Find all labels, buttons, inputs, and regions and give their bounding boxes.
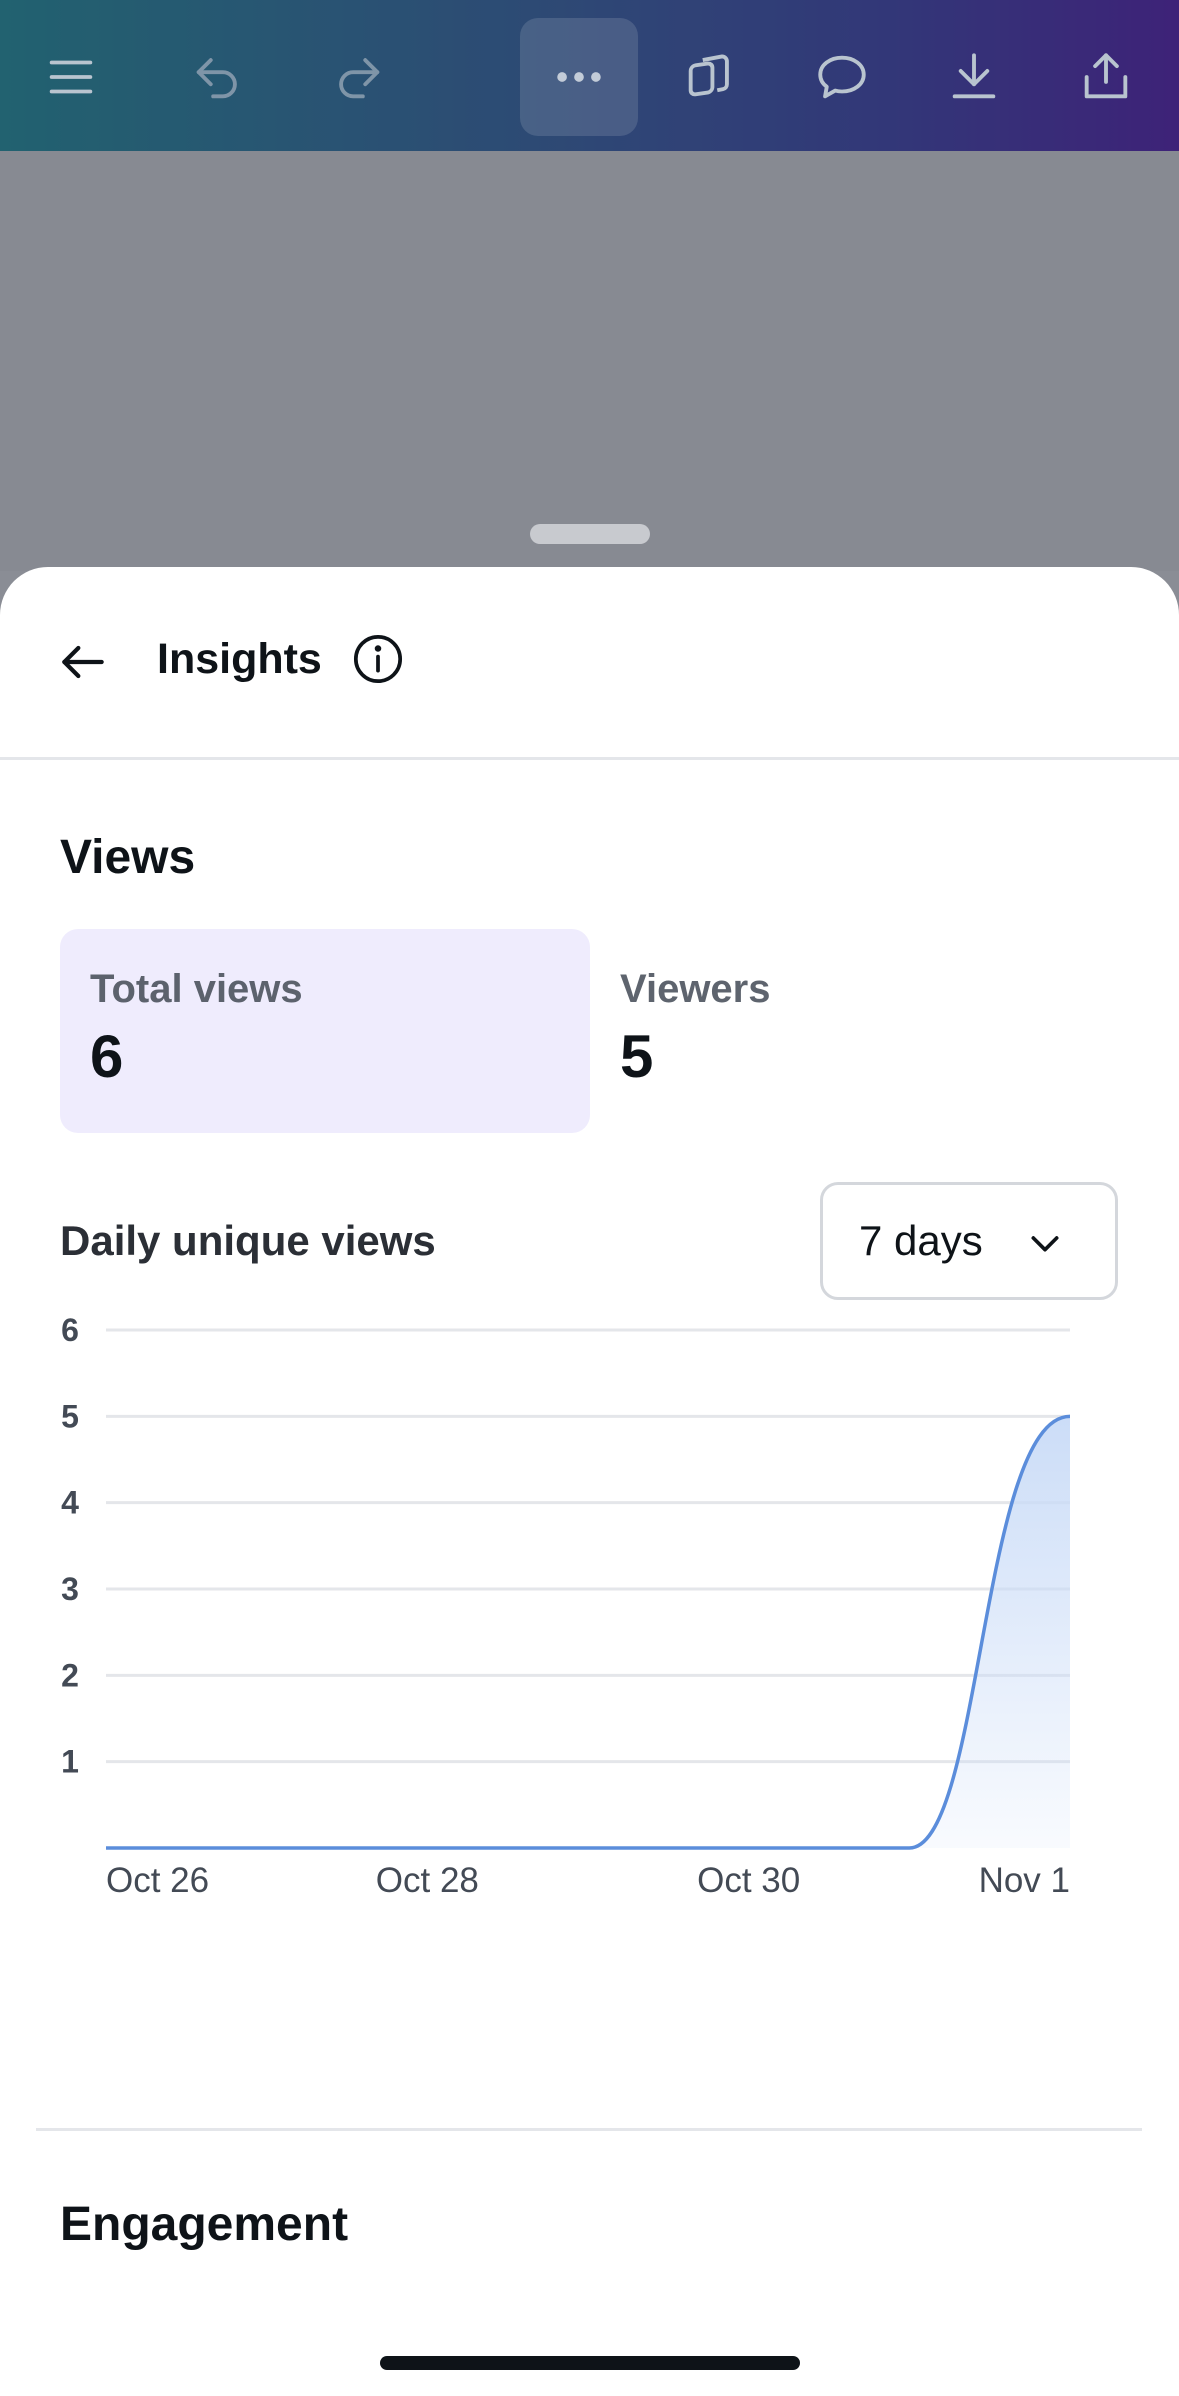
redo-button[interactable]	[299, 18, 417, 136]
share-button[interactable]	[1047, 18, 1165, 136]
x-tick-label: Nov 1	[979, 1861, 1070, 1900]
engagement-section-title: Engagement	[60, 2198, 349, 2251]
home-indicator	[380, 2356, 800, 2370]
more-icon	[557, 72, 601, 82]
info-button[interactable]	[350, 631, 406, 687]
series-area	[106, 1416, 1070, 1848]
total-views-label: Total views	[90, 967, 303, 1011]
sheet-header: Insights	[0, 567, 1179, 760]
y-tick-label: 6	[61, 1312, 79, 1348]
viewers-label: Viewers	[620, 967, 771, 1011]
x-tick-label: Oct 30	[697, 1861, 800, 1900]
back-button[interactable]	[48, 627, 118, 697]
sheet-drag-handle[interactable]	[530, 524, 650, 544]
dimmed-canvas[interactable]	[0, 151, 1179, 571]
y-tick-label: 2	[61, 1657, 79, 1693]
daily-views-title: Daily unique views	[60, 1217, 436, 1264]
more-button[interactable]	[520, 18, 638, 136]
x-tick-label: Oct 26	[106, 1861, 209, 1900]
y-tick-label: 5	[61, 1398, 79, 1434]
share-icon	[1084, 53, 1128, 99]
info-icon	[353, 634, 403, 684]
range-dropdown[interactable]: 7 days	[820, 1182, 1118, 1300]
undo-button[interactable]	[159, 18, 277, 136]
menu-button[interactable]	[12, 18, 130, 136]
daily-views-chart: 1 2 3 4 5 6 Oct 26 Oct 28 Oct 30 Nov 1	[61, 1312, 1071, 1900]
y-tick-label: 4	[61, 1485, 79, 1521]
arrow-left-icon	[62, 645, 104, 679]
download-icon	[952, 53, 996, 99]
section-divider	[36, 2128, 1142, 2131]
range-value: 7 days	[859, 1217, 983, 1264]
sheet-title: Insights	[157, 635, 322, 683]
undo-icon	[196, 58, 237, 99]
y-tick-label: 3	[61, 1571, 79, 1607]
download-button[interactable]	[915, 18, 1033, 136]
views-section-title: Views	[60, 831, 196, 884]
redo-icon	[339, 58, 380, 99]
chevron-down-icon	[1031, 1236, 1059, 1252]
menu-icon	[49, 60, 93, 94]
pages-button[interactable]	[651, 18, 769, 136]
series-line	[106, 1414, 1071, 1850]
comment-icon	[818, 55, 866, 99]
total-views-value: 6	[90, 1023, 124, 1090]
total-views-card[interactable]: Total views 6	[60, 929, 590, 1133]
viewers-value: 5	[620, 1023, 654, 1090]
insights-sheet: Insights Views Total views 6 Viewers 5 D…	[0, 567, 1179, 2396]
comment-button[interactable]	[783, 18, 901, 136]
y-tick-label: 1	[61, 1744, 79, 1780]
viewers-card[interactable]: Viewers 5	[590, 929, 990, 1133]
pages-icon	[688, 54, 729, 97]
x-tick-label: Oct 28	[376, 1861, 479, 1900]
